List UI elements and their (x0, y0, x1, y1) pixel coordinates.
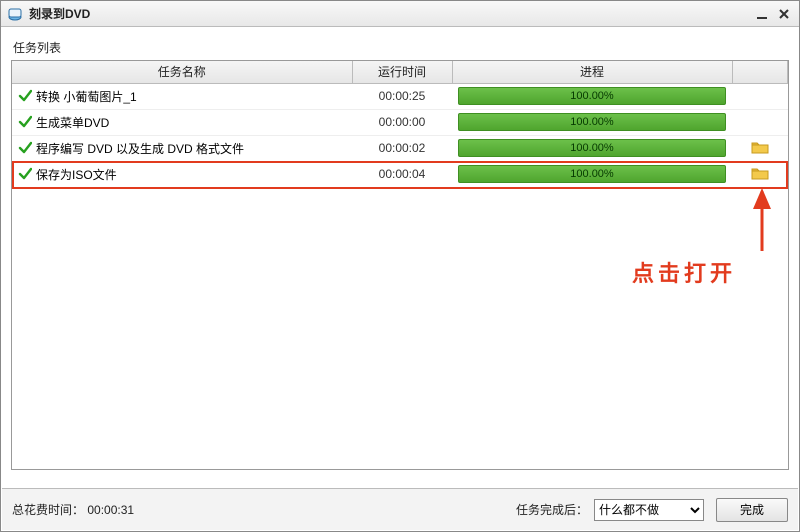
check-icon (18, 141, 32, 155)
table-row[interactable]: 程序编写 DVD 以及生成 DVD 格式文件 00:00:02 100.00% (12, 135, 788, 161)
col-header-actions (732, 61, 788, 83)
col-header-time[interactable]: 运行时间 (352, 61, 452, 83)
progress-bar: 100.00% (458, 113, 726, 131)
col-header-progress[interactable]: 进程 (452, 61, 732, 83)
table-row[interactable]: 保存为ISO文件 00:00:04 100.00% (12, 161, 788, 187)
task-time: 00:00:00 (352, 109, 452, 135)
col-header-name[interactable]: 任务名称 (12, 61, 352, 83)
progress-bar: 100.00% (458, 165, 726, 183)
annotation-arrow (732, 181, 782, 261)
total-time-value: 00:00:31 (87, 503, 134, 517)
minimize-button[interactable] (753, 6, 771, 22)
check-icon (18, 167, 32, 181)
check-icon (18, 115, 32, 129)
task-name: 保存为ISO文件 (36, 168, 117, 182)
window-title: 刻录到DVD (29, 5, 90, 22)
task-time: 00:00:25 (352, 83, 452, 109)
task-name: 生成菜单DVD (36, 116, 109, 130)
close-button[interactable] (775, 6, 793, 22)
done-button[interactable]: 完成 (716, 498, 788, 522)
task-name: 程序编写 DVD 以及生成 DVD 格式文件 (36, 142, 244, 156)
open-folder-icon[interactable] (751, 140, 769, 154)
table-row[interactable]: 生成菜单DVD 00:00:00 100.00% (12, 109, 788, 135)
after-complete-select[interactable]: 什么都不做 (594, 499, 704, 521)
table-row[interactable]: 转换 小葡萄图片_1 00:00:25 100.00% (12, 83, 788, 109)
task-table: 任务名称 运行时间 进程 转换 小葡萄图片_100:00:25100.00%生成… (12, 61, 788, 188)
task-table-container: 任务名称 运行时间 进程 转换 小葡萄图片_100:00:25100.00%生成… (11, 60, 789, 470)
app-icon (7, 6, 23, 22)
progress-bar: 100.00% (458, 87, 726, 105)
task-name: 转换 小葡萄图片_1 (36, 90, 137, 104)
after-complete-label: 任务完成后： (516, 501, 588, 518)
titlebar: 刻录到DVD (1, 1, 799, 27)
annotation-text: 点击打开 (632, 256, 736, 288)
task-time: 00:00:04 (352, 161, 452, 187)
progress-bar: 100.00% (458, 139, 726, 157)
task-list-label: 任务列表 (11, 35, 789, 60)
task-time: 00:00:02 (352, 135, 452, 161)
check-icon (18, 89, 32, 103)
total-time-label: 总花费时间： (12, 503, 84, 517)
open-folder-icon[interactable] (751, 166, 769, 180)
footer: 总花费时间： 00:00:31 任务完成后： 什么都不做 完成 (2, 488, 798, 530)
